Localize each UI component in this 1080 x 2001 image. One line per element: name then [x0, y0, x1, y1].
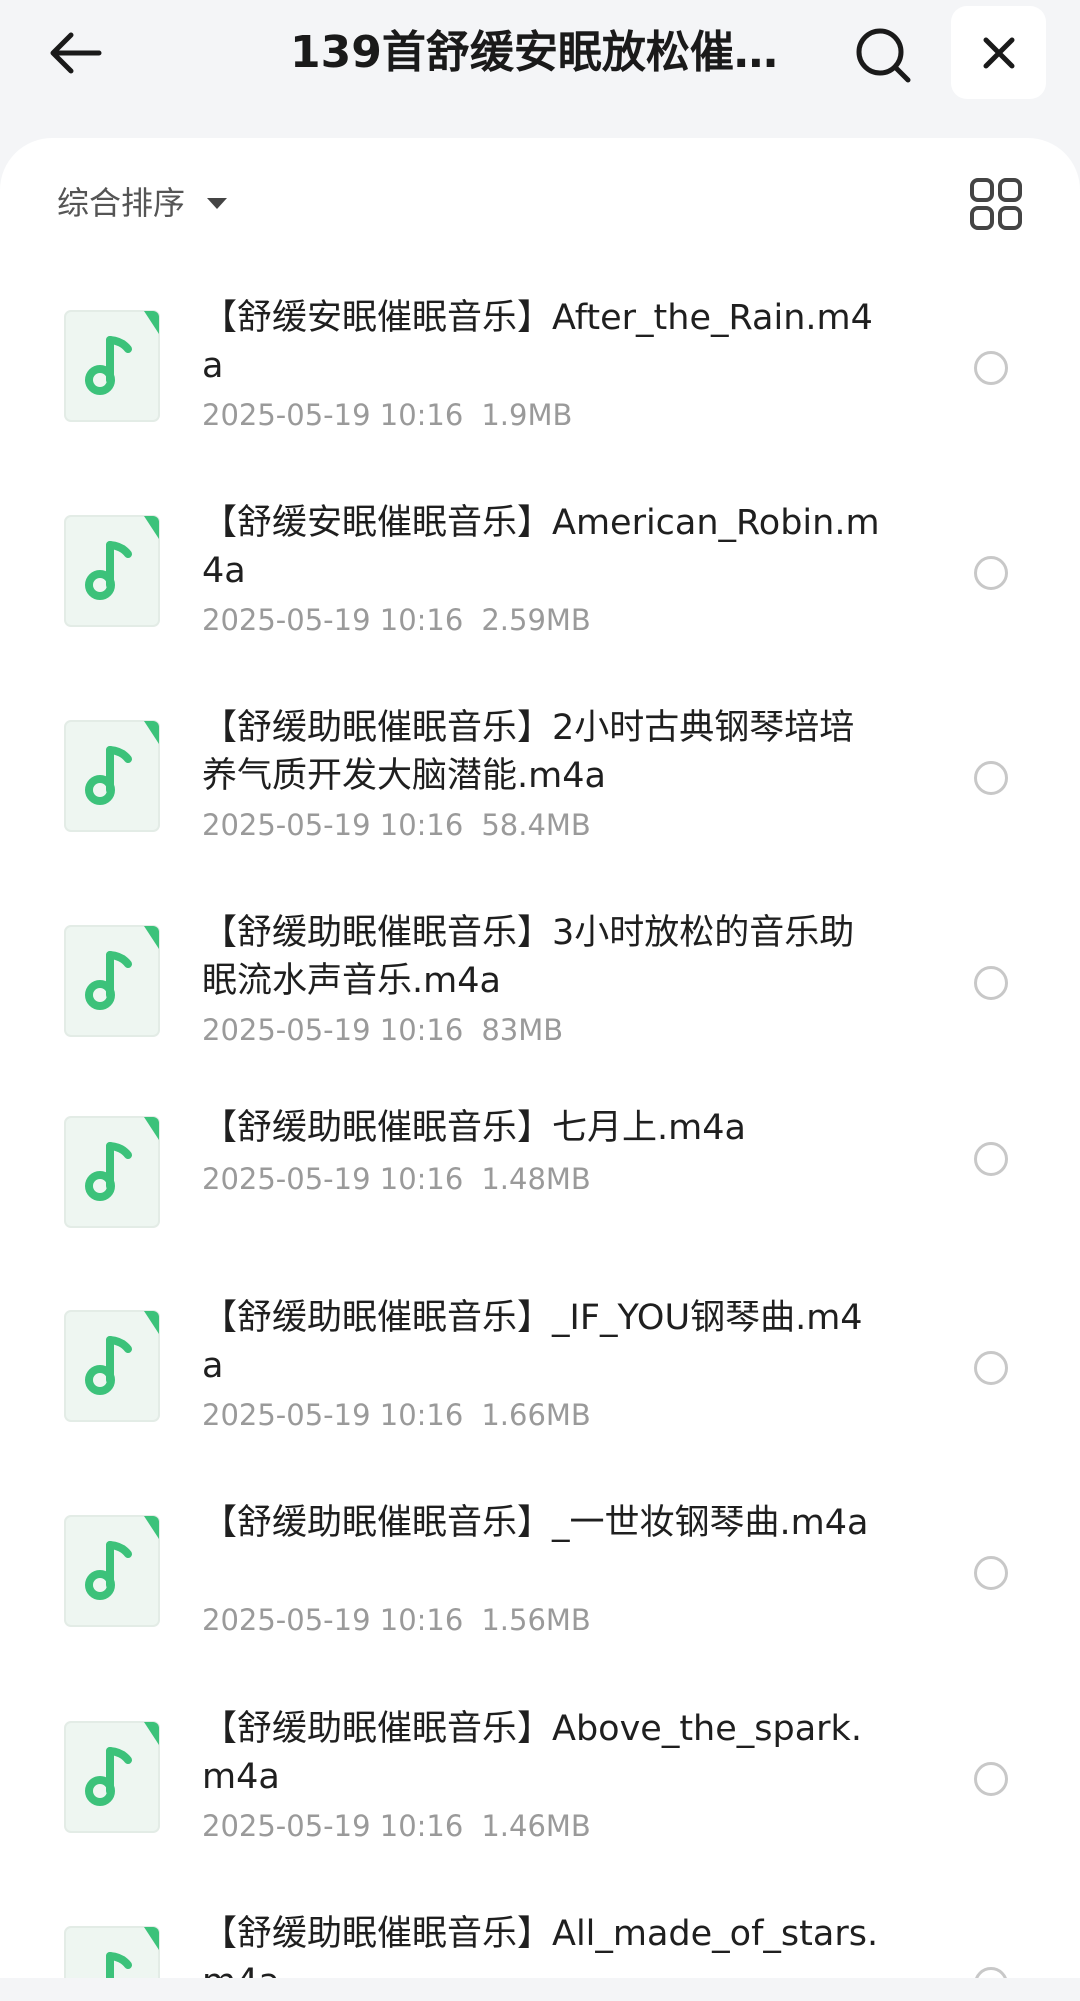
- music-file-icon: [64, 1926, 160, 1978]
- select-radio[interactable]: [974, 1142, 1008, 1176]
- select-radio[interactable]: [974, 966, 1008, 1000]
- file-date: 2025-05-19 10:16: [202, 1013, 464, 1047]
- file-date: 2025-05-19 10:16: [202, 1809, 464, 1843]
- file-row[interactable]: 【舒缓安眠催眠音乐】After_the_Rain.m4a 2025-05-19 1…: [0, 276, 1080, 481]
- top-bar: 139首舒缓安眠放松催眠音乐合集: [0, 0, 1080, 138]
- file-name: 【舒缓助眠催眠音乐】_IF_YOU钢琴曲.m4a: [202, 1298, 863, 1386]
- music-file-icon: [64, 1721, 160, 1833]
- arrow-left-icon: [50, 32, 102, 74]
- file-date: 2025-05-19 10:16: [202, 1398, 464, 1432]
- select-radio[interactable]: [974, 556, 1008, 590]
- select-radio[interactable]: [974, 1762, 1008, 1796]
- grid-view-button[interactable]: [968, 176, 1024, 232]
- music-file-icon: [64, 1310, 160, 1422]
- file-meta: 2025-05-19 10:16 83MB: [202, 1013, 563, 1047]
- file-meta: 2025-05-19 10:16 1.48MB: [202, 1162, 591, 1196]
- music-file-icon: [64, 1515, 160, 1627]
- file-row[interactable]: 【舒缓助眠催眠音乐】七月上.m4a 2025-05-19 10:16 1.48MB: [0, 1084, 1080, 1289]
- file-name: 【舒缓助眠催眠音乐】Above_the_spark.m4a: [202, 1709, 862, 1797]
- select-radio[interactable]: [974, 1556, 1008, 1590]
- back-button[interactable]: [40, 22, 110, 84]
- select-radio[interactable]: [974, 351, 1008, 385]
- sort-dropdown[interactable]: 综合排序: [57, 176, 228, 226]
- file-row[interactable]: 【舒缓助眠催眠音乐】Above_the_spark.m4a 2025-05-19 …: [0, 1687, 1080, 1892]
- file-size: 1.56MB: [481, 1603, 591, 1637]
- file-row[interactable]: 【舒缓助眠催眠音乐】3小时放松的音乐助眠流水声音乐.m4a 2025-05-19 …: [0, 891, 1080, 1096]
- music-file-icon: [64, 310, 160, 422]
- file-name: 【舒缓助眠催眠音乐】_一世妆钢琴曲.m4a: [202, 1503, 869, 1543]
- file-size: 1.66MB: [481, 1398, 591, 1432]
- music-file-icon: [64, 1116, 160, 1228]
- music-file-icon: [64, 515, 160, 627]
- file-date: 2025-05-19 10:16: [202, 808, 464, 842]
- file-meta: 2025-05-19 10:16 2.59MB: [202, 603, 591, 637]
- file-date: 2025-05-19 10:16: [202, 603, 464, 637]
- music-file-icon: [64, 720, 160, 832]
- file-name: 【舒缓助眠催眠音乐】2小时古典钢琴培培养气质开发大脑潜能.m4a: [202, 708, 855, 796]
- file-name: 【舒缓安眠催眠音乐】After_the_Rain.m4a: [202, 298, 873, 386]
- caret-down-icon: [207, 197, 228, 209]
- file-meta: 2025-05-19 10:16 1.46MB: [202, 1809, 591, 1843]
- sort-label: 综合排序: [57, 184, 186, 222]
- file-size: 83MB: [481, 1013, 564, 1047]
- search-button[interactable]: [848, 20, 918, 90]
- file-row[interactable]: 【舒缓助眠催眠音乐】2小时古典钢琴培培养气质开发大脑潜能.m4a 2025-05-…: [0, 686, 1080, 891]
- file-size: 1.48MB: [481, 1162, 591, 1196]
- file-name: 【舒缓助眠催眠音乐】3小时放松的音乐助眠流水声音乐.m4a: [202, 913, 855, 1001]
- file-meta: 2025-05-19 10:16 58.4MB: [202, 808, 591, 842]
- search-icon: [856, 28, 911, 83]
- file-size: 58.4MB: [481, 808, 591, 842]
- file-date: 2025-05-19 10:16: [202, 1603, 464, 1637]
- music-file-icon: [64, 925, 160, 1037]
- file-date: 2025-05-19 10:16: [202, 1162, 464, 1196]
- file-meta: 2025-05-19 10:16 1.56MB: [202, 1603, 591, 1637]
- file-row[interactable]: 【舒缓助眠催眠音乐】All_made_of_stars.m4a: [0, 1892, 1080, 1978]
- file-row[interactable]: 【舒缓助眠催眠音乐】_一世妆钢琴曲.m4a 2025-05-19 10:16 1.5…: [0, 1481, 1080, 1686]
- page-title: 139首舒缓安眠放松催眠音乐合集: [290, 27, 790, 78]
- select-radio[interactable]: [974, 1967, 1008, 1978]
- file-size: 1.46MB: [481, 1809, 591, 1843]
- file-name: 【舒缓安眠催眠音乐】American_Robin.m4a: [202, 503, 880, 591]
- close-icon: [983, 37, 1014, 68]
- file-date: 2025-05-19 10:16: [202, 398, 464, 432]
- file-meta: 2025-05-19 10:16 1.9MB: [202, 398, 572, 432]
- file-meta: 2025-05-19 10:16 1.66MB: [202, 1398, 591, 1432]
- file-list-panel: 综合排序 【舒缓安眠催眠音乐】After_the_Rain.m4a 2025-05…: [0, 138, 1080, 1978]
- close-button[interactable]: [951, 6, 1046, 99]
- file-name: 【舒缓助眠催眠音乐】七月上.m4a: [202, 1108, 746, 1148]
- file-row[interactable]: 【舒缓安眠催眠音乐】American_Robin.m4a 2025-05-19 1…: [0, 481, 1080, 686]
- file-name: 【舒缓助眠催眠音乐】All_made_of_stars.m4a: [202, 1914, 879, 1978]
- grid-view-icon: [970, 178, 1022, 230]
- file-row[interactable]: 【舒缓助眠催眠音乐】_IF_YOU钢琴曲.m4a 2025-05-19 10:16…: [0, 1276, 1080, 1481]
- select-radio[interactable]: [974, 761, 1008, 795]
- file-size: 1.9MB: [481, 398, 573, 432]
- file-size: 2.59MB: [481, 603, 591, 637]
- select-radio[interactable]: [974, 1351, 1008, 1385]
